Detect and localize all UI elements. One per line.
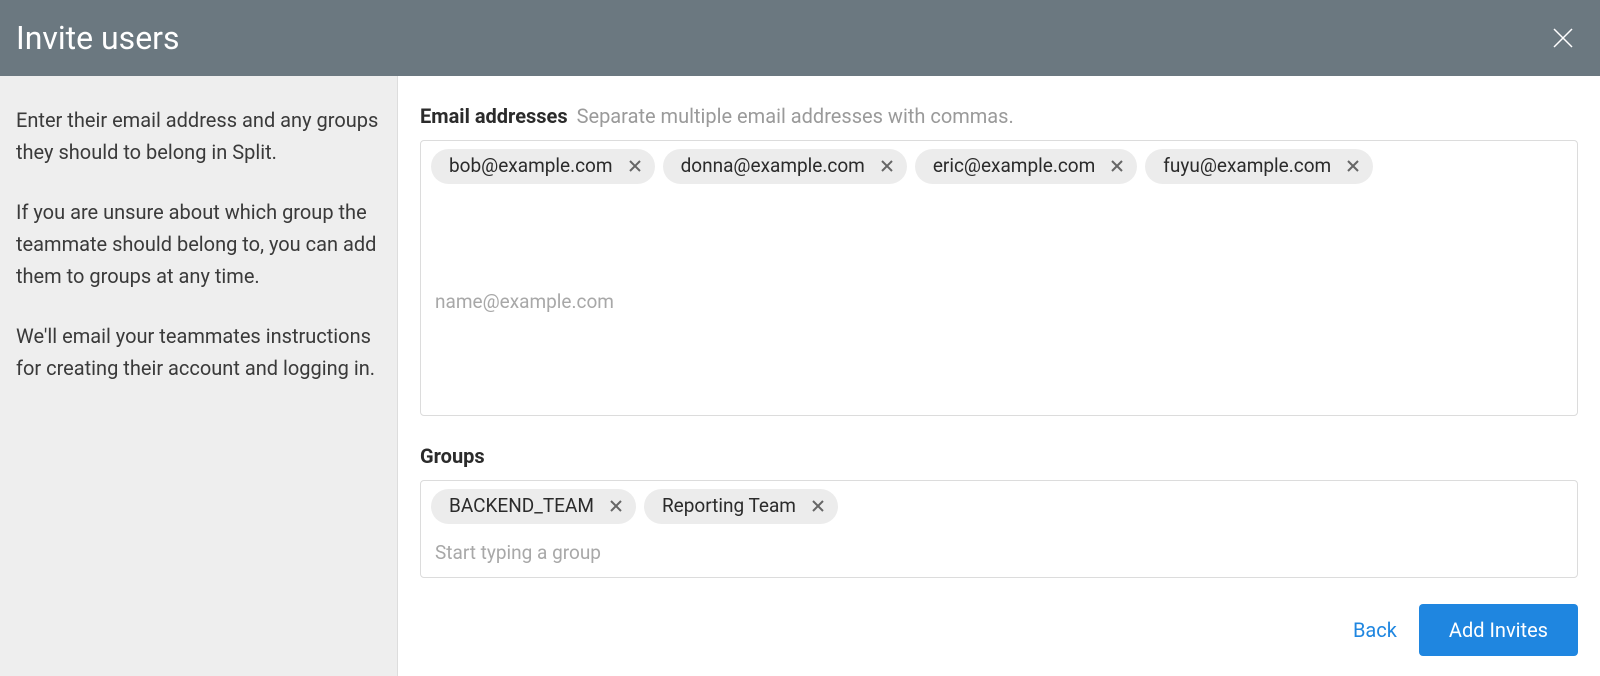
remove-icon xyxy=(1111,160,1123,172)
email-chip: donna@example.com xyxy=(663,149,907,184)
close-button[interactable] xyxy=(1550,25,1576,51)
groups-label: Groups xyxy=(420,444,485,468)
groups-input-box[interactable]: BACKEND_TEAM Reporting Team xyxy=(420,480,1578,578)
remove-email-button[interactable] xyxy=(1109,158,1125,174)
remove-group-button[interactable] xyxy=(810,498,826,514)
sidebar-text-3: We'll email your teammates instructions … xyxy=(16,320,381,384)
groups-label-row: Groups xyxy=(420,444,1578,468)
email-chip-text: eric@example.com xyxy=(933,155,1095,178)
remove-icon xyxy=(629,160,641,172)
email-chip-text: fuyu@example.com xyxy=(1163,155,1331,178)
group-chip: BACKEND_TEAM xyxy=(431,489,636,524)
email-chip-text: bob@example.com xyxy=(449,155,613,178)
group-input-row xyxy=(431,532,1567,568)
email-label-row: Email addresses Separate multiple email … xyxy=(420,104,1578,128)
remove-icon xyxy=(1347,160,1359,172)
remove-email-button[interactable] xyxy=(627,158,643,174)
group-chip-text: BACKEND_TEAM xyxy=(449,495,594,518)
group-chip-text: Reporting Team xyxy=(662,495,796,518)
remove-email-button[interactable] xyxy=(1345,158,1361,174)
email-chip-text: donna@example.com xyxy=(681,155,865,178)
sidebar-text-1: Enter their email address and any groups… xyxy=(16,104,381,168)
modal-body: Enter their email address and any groups… xyxy=(0,76,1600,676)
close-icon xyxy=(1551,26,1575,50)
sidebar-instructions: Enter their email address and any groups… xyxy=(0,76,398,676)
remove-icon xyxy=(812,500,824,512)
sidebar-text-2: If you are unsure about which group the … xyxy=(16,196,381,292)
modal-title: Invite users xyxy=(16,19,180,57)
remove-group-button[interactable] xyxy=(608,498,624,514)
email-chip: eric@example.com xyxy=(915,149,1137,184)
form-footer: Back Add Invites xyxy=(420,586,1578,656)
email-input[interactable] xyxy=(435,287,1567,317)
email-input-box[interactable]: bob@example.com donna@example.com eric@e… xyxy=(420,140,1578,416)
add-invites-button[interactable]: Add Invites xyxy=(1419,604,1578,656)
remove-icon xyxy=(881,160,893,172)
email-hint: Separate multiple email addresses with c… xyxy=(577,104,1014,128)
email-chip: fuyu@example.com xyxy=(1145,149,1373,184)
group-chip: Reporting Team xyxy=(644,489,838,524)
back-button[interactable]: Back xyxy=(1353,618,1397,642)
remove-email-button[interactable] xyxy=(879,158,895,174)
remove-icon xyxy=(610,500,622,512)
email-chip: bob@example.com xyxy=(431,149,655,184)
groups-input[interactable] xyxy=(435,538,1567,568)
modal-header: Invite users xyxy=(0,0,1600,76)
email-label: Email addresses xyxy=(420,104,568,128)
email-input-row xyxy=(431,281,1567,317)
main-form: Email addresses Separate multiple email … xyxy=(398,76,1600,676)
